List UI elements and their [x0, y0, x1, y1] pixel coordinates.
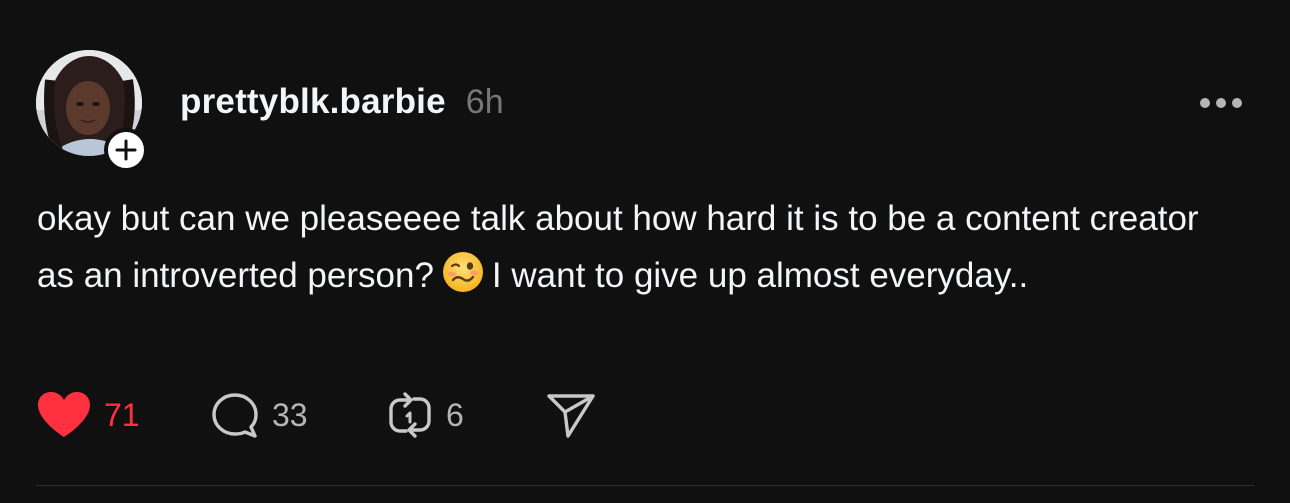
heart-icon — [38, 392, 90, 437]
more-dots-icon — [1200, 98, 1242, 108]
username-link[interactable]: prettyblk.barbie — [180, 82, 446, 122]
like-button[interactable]: 71 — [36, 390, 210, 440]
post-divider — [36, 485, 1254, 486]
woozy-face-emoji-icon — [442, 251, 484, 310]
repost-icon — [389, 392, 431, 438]
reply-button[interactable]: 33 — [210, 390, 386, 440]
post-timestamp: 6h — [465, 83, 504, 121]
comment-icon — [212, 393, 258, 438]
follow-button[interactable] — [104, 128, 148, 172]
plus-icon — [115, 139, 137, 161]
reply-count: 33 — [272, 396, 308, 433]
more-options-button[interactable] — [1196, 86, 1246, 120]
post-header: prettyblk.barbie 6h — [180, 82, 504, 126]
post-text: okay but can we pleaseeee talk about how… — [37, 190, 1237, 310]
repost-button[interactable]: 6 — [386, 390, 546, 440]
action-bar: 71 33 6 — [36, 390, 606, 440]
send-icon — [547, 394, 595, 438]
repost-count: 6 — [446, 396, 464, 433]
thread-post: prettyblk.barbie 6h okay but can we plea… — [0, 0, 1290, 503]
share-button[interactable] — [546, 390, 606, 440]
like-count: 71 — [104, 396, 140, 433]
avatar-container[interactable] — [36, 50, 148, 172]
post-text-part-2: I want to give up almost everyday.. — [491, 256, 1029, 295]
